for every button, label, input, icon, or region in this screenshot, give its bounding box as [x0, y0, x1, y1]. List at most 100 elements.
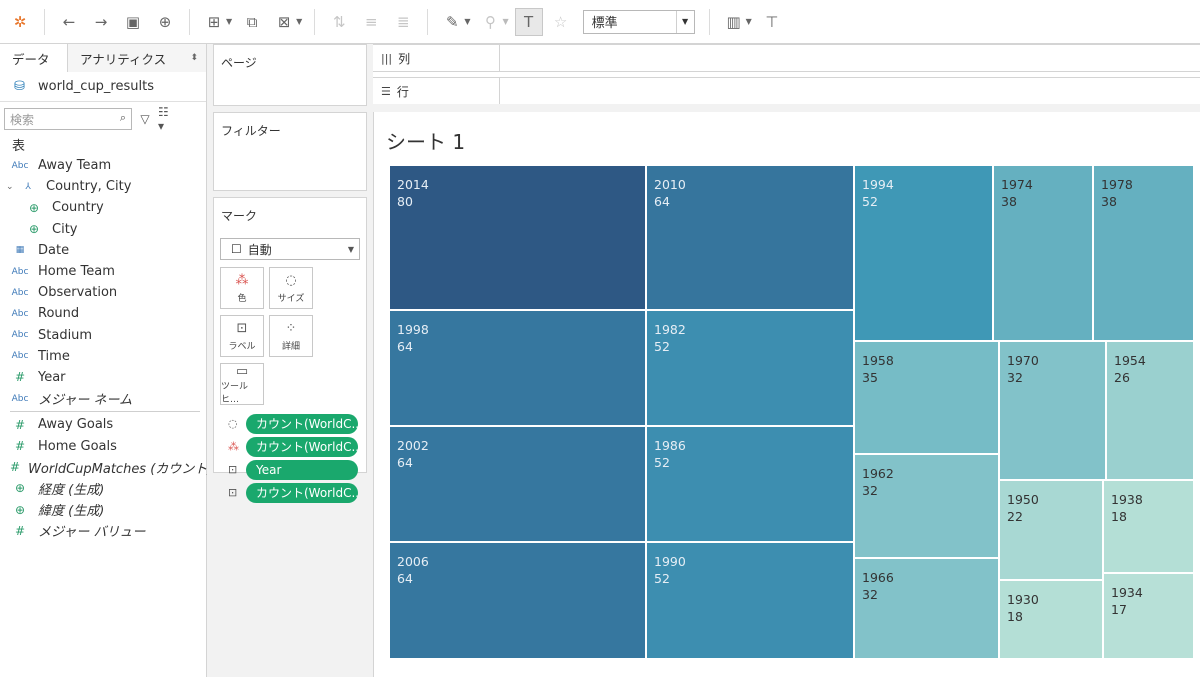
detail-icon: ⁘ — [285, 320, 297, 336]
treemap-cell-2006[interactable]: 2006 64 — [389, 542, 646, 659]
field-city[interactable]: ⊕ City — [0, 219, 206, 240]
treemap-cell-1954[interactable]: 1954 26 — [1106, 341, 1194, 480]
color-icon[interactable]: ⁂ — [228, 440, 244, 453]
presentation-icon[interactable]: ⊤ — [758, 8, 786, 36]
field-country-city[interactable]: ⌄ ⅄ Country, City — [0, 176, 206, 197]
swap-icon[interactable]: ⇅ — [325, 8, 353, 36]
treemap-cell-2010[interactable]: 2010 64 — [646, 165, 854, 310]
highlight-icon[interactable]: ✎ — [438, 8, 466, 36]
field-country[interactable]: ⊕ Country — [0, 197, 206, 218]
treemap-cell-1934[interactable]: 1934 17 — [1103, 573, 1194, 659]
cell-year-label: 1978 — [1101, 177, 1133, 192]
treemap-cell-1938[interactable]: 1938 18 — [1103, 480, 1194, 573]
field-field[interactable]: Abc メジャー ネーム — [0, 388, 206, 409]
field-pill[interactable]: Year — [246, 459, 358, 480]
field-stadium[interactable]: Abc Stadium — [0, 325, 206, 346]
redo-icon[interactable]: → — [87, 8, 115, 36]
treemap-cell-1994[interactable]: 1994 52 — [854, 165, 993, 341]
filter-icon[interactable]: ▽ — [135, 109, 155, 129]
treemap-cell-1958[interactable]: 1958 35 — [854, 341, 999, 454]
filters-card[interactable]: フィルター — [213, 112, 367, 191]
treemap-cell-1930[interactable]: 1930 18 — [999, 580, 1103, 659]
save-icon[interactable]: ▣ — [119, 8, 147, 36]
search-icon[interactable]: ⌕ — [120, 111, 126, 125]
field-pill[interactable]: カウント(WorldC.. — [246, 413, 358, 434]
sheet-title[interactable]: シート 1 — [386, 126, 465, 155]
cell-count-label: 32 — [862, 587, 878, 602]
treemap-cell-1966[interactable]: 1966 32 — [854, 558, 999, 659]
string-type-icon: Abc — [11, 351, 29, 362]
chevron-down-icon[interactable]: ⌄ — [6, 182, 18, 192]
label-toggle-icon[interactable]: T — [514, 7, 543, 36]
treemap-cell-2014[interactable]: 2014 80 — [389, 165, 646, 310]
view-options-icon[interactable]: ☷ ▾ — [158, 105, 178, 133]
field-label: Country — [52, 200, 104, 216]
chevron-down-icon[interactable]: ▼ — [296, 17, 302, 26]
field-field[interactable]: # メジャー バリュー — [0, 520, 206, 541]
size-icon[interactable]: ◌ — [228, 417, 244, 430]
field-worldcupmatches[interactable]: # WorldCupMatches (カウント) — [0, 457, 212, 478]
field-away-goals[interactable]: # Away Goals — [0, 414, 206, 435]
columns-shelf[interactable]: ||| 列 — [373, 44, 1200, 72]
chevron-down-icon[interactable]: ▼ — [746, 17, 752, 26]
label-icon[interactable]: ⊡ — [228, 463, 244, 476]
datasource-item[interactable]: ⛁ world_cup_results — [0, 72, 206, 102]
label-icon[interactable]: ⊡ — [228, 486, 244, 499]
color-button[interactable]: ⁂ 色 — [220, 267, 264, 309]
detail-button[interactable]: ⁘ 詳細 — [269, 315, 313, 357]
rows-shelf[interactable]: ☰ 行 — [373, 77, 1200, 105]
size-button[interactable]: ◌ サイズ — [269, 267, 313, 309]
sort-desc-icon[interactable]: ≣ — [389, 8, 417, 36]
fit-select[interactable]: 標準 ▼ — [582, 9, 695, 34]
treemap-cell-1970[interactable]: 1970 32 — [999, 341, 1106, 480]
updown-icon[interactable]: ⬍ — [190, 53, 198, 63]
treemap-cell-1950[interactable]: 1950 22 — [999, 480, 1103, 580]
treemap-cell-2002[interactable]: 2002 64 — [389, 426, 646, 542]
field-home-goals[interactable]: # Home Goals — [0, 435, 206, 456]
chevron-down-icon[interactable]: ▼ — [226, 17, 232, 26]
field-year[interactable]: # Year — [0, 367, 206, 388]
field-label: 緯度 (生成) — [38, 504, 105, 520]
cell-count-label: 38 — [1101, 194, 1117, 209]
field-field[interactable]: ⊕ 緯度 (生成) — [0, 499, 206, 520]
field-field[interactable]: ⊕ 経度 (生成) — [0, 478, 206, 499]
treemap-cell-1990[interactable]: 1990 52 — [646, 542, 854, 659]
field-pill[interactable]: カウント(WorldC.. — [246, 482, 358, 503]
group-icon[interactable]: ⚲ — [476, 8, 504, 36]
number-type-icon: # — [14, 370, 26, 385]
treemap-cell-1974[interactable]: 1974 38 — [993, 165, 1093, 341]
field-away-team[interactable]: Abc Away Team — [0, 155, 206, 176]
new-worksheet-icon[interactable]: ⊞ — [200, 8, 228, 36]
field-date[interactable]: ▦ Date — [0, 240, 206, 261]
new-datasource-icon[interactable]: ⊕ — [151, 8, 179, 36]
clear-sheet-icon[interactable]: ⊠ — [270, 8, 298, 36]
tableau-logo-icon[interactable]: ✲ — [6, 8, 34, 36]
tooltip-button[interactable]: ▭ ツールヒ… — [220, 363, 264, 405]
sort-asc-icon[interactable]: ≡ — [357, 8, 385, 36]
search-input[interactable]: 検索 ⌕ — [4, 108, 132, 130]
chevron-down-icon[interactable]: ▼ — [464, 17, 470, 26]
tab-data[interactable]: データ — [0, 44, 68, 72]
mark-type-select[interactable]: ☐ 自動 ▼ — [220, 238, 360, 260]
datasource-icon: ⛁ — [14, 78, 25, 94]
field-label: Round — [38, 306, 80, 322]
treemap-cell-1978[interactable]: 1978 38 — [1093, 165, 1194, 341]
field-pill[interactable]: カウント(WorldC.. — [246, 436, 358, 457]
label-button[interactable]: ⊡ ラベル — [220, 315, 264, 357]
treemap-cell-1962[interactable]: 1962 32 — [854, 454, 999, 558]
field-home-team[interactable]: Abc Home Team — [0, 261, 206, 282]
hierarchy-icon: ⅄ — [25, 181, 31, 192]
pin-icon[interactable]: ☆ — [547, 8, 575, 36]
field-observation[interactable]: Abc Observation — [0, 282, 206, 303]
show-me-icon[interactable]: ▥ — [720, 8, 748, 36]
field-round[interactable]: Abc Round — [0, 303, 206, 324]
tab-analytics[interactable]: アナリティクス ⬍ — [68, 44, 206, 72]
chevron-down-icon[interactable]: ▼ — [502, 17, 508, 26]
undo-icon[interactable]: ← — [55, 8, 83, 36]
field-time[interactable]: Abc Time — [0, 346, 206, 367]
treemap-cell-1982[interactable]: 1982 52 — [646, 310, 854, 426]
treemap-cell-1986[interactable]: 1986 52 — [646, 426, 854, 542]
pages-card[interactable]: ページ — [213, 44, 367, 106]
duplicate-sheet-icon[interactable]: ⧉ — [238, 8, 266, 36]
treemap-cell-1998[interactable]: 1998 64 — [389, 310, 646, 426]
